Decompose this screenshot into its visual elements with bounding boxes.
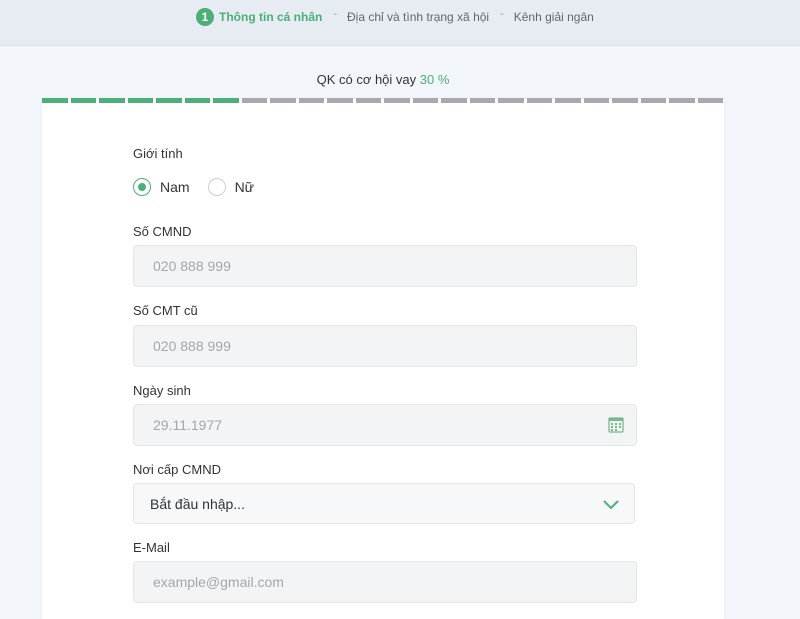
- progress-segment-empty: [612, 98, 638, 103]
- progress-segment-empty: [526, 98, 552, 103]
- progress-segment-bar: [42, 98, 723, 103]
- top-stepper-bar: 1 Thông tin cá nhân - Địa chỉ và tình tr…: [0, 0, 800, 46]
- progress-segment-empty: [555, 98, 581, 103]
- progress-segment-empty: [640, 98, 666, 103]
- stepper: 1 Thông tin cá nhân - Địa chỉ và tình tr…: [196, 7, 594, 27]
- gender-radio-group: Nam Nữ: [133, 177, 272, 197]
- step-number-badge: 1: [196, 8, 214, 26]
- id-number-placeholder: 020 888 999: [153, 258, 231, 274]
- progress-segment-empty: [355, 98, 381, 103]
- issue-place-value: Bắt đầu nhập...: [150, 495, 245, 512]
- gender-option-male-label: Nam: [160, 179, 190, 195]
- loan-chance-text: QK có cơ hội vay: [316, 72, 417, 87]
- gender-option-female-label: Nữ: [234, 179, 255, 195]
- old-id-label: Số CMT cũ: [133, 303, 198, 318]
- progress-segment-empty: [384, 98, 410, 103]
- progress-segment-filled: [127, 98, 153, 103]
- birth-date-label: Ngày sinh: [133, 383, 191, 398]
- step-separator: -: [500, 8, 504, 20]
- progress-segment-empty: [498, 98, 524, 103]
- email-placeholder: example@gmail.com: [153, 574, 284, 590]
- old-id-placeholder: 020 888 999: [153, 338, 231, 354]
- loan-chance-label: QK có cơ hội vay 30 %: [0, 72, 766, 87]
- progress-segment-empty: [441, 98, 467, 103]
- progress-segment-filled: [70, 98, 96, 103]
- step-disbursement-channel[interactable]: Kênh giải ngân: [514, 10, 594, 24]
- birth-date-input[interactable]: 29.11.1977: [133, 404, 637, 446]
- progress-segment-empty: [469, 98, 495, 103]
- email-label: E-Mail: [133, 540, 170, 555]
- id-number-input[interactable]: 020 888 999: [133, 245, 637, 287]
- progress-segment-filled: [156, 98, 182, 103]
- progress-segment-empty: [270, 98, 296, 103]
- issue-place-label: Nơi cấp CMND: [133, 462, 221, 477]
- gender-label: Giới tính: [133, 146, 183, 161]
- issue-place-select[interactable]: Bắt đầu nhập...: [133, 483, 635, 524]
- progress-segment-filled: [184, 98, 210, 103]
- step-separator: -: [333, 8, 337, 20]
- chevron-down-icon[interactable]: [602, 497, 620, 513]
- step-address-social-status[interactable]: Địa chỉ và tình trạng xã hội: [347, 10, 489, 24]
- progress-segment-filled: [99, 98, 125, 103]
- progress-segment-filled: [42, 98, 68, 103]
- calendar-icon[interactable]: [608, 416, 624, 436]
- progress-segment-filled: [213, 98, 239, 103]
- progress-segment-empty: [241, 98, 267, 103]
- email-input[interactable]: example@gmail.com: [133, 561, 637, 603]
- progress-segment-empty: [697, 98, 723, 103]
- progress-segment-empty: [583, 98, 609, 103]
- step-personal-info[interactable]: Thông tin cá nhân: [219, 10, 322, 24]
- progress-segment-empty: [412, 98, 438, 103]
- progress-segment-empty: [327, 98, 353, 103]
- birth-date-placeholder: 29.11.1977: [153, 417, 223, 433]
- loan-chance-percent: 30 %: [419, 72, 450, 87]
- id-number-label: Số CMND: [133, 224, 192, 239]
- gender-radio-male[interactable]: [133, 178, 151, 196]
- gender-radio-female[interactable]: [207, 178, 226, 196]
- progress-segment-empty: [669, 98, 695, 103]
- progress-segment-empty: [298, 98, 324, 103]
- old-id-input[interactable]: 020 888 999: [133, 325, 637, 367]
